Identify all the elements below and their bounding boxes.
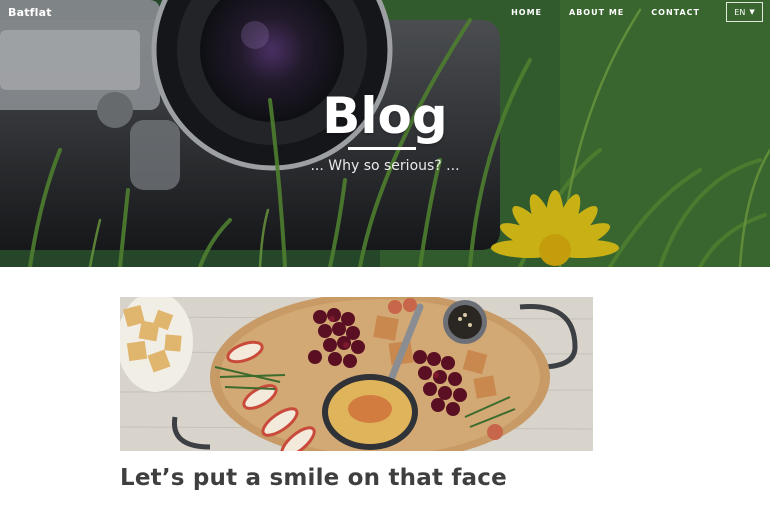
site-brand-logo[interactable]: Batflat xyxy=(8,6,52,19)
blog-content: Let’s put a smile on that face xyxy=(0,267,770,508)
language-selected-label: EN xyxy=(734,7,746,17)
page-subtitle: ... Why so serious? ... xyxy=(310,158,460,174)
nav-item-home[interactable]: HOME xyxy=(511,8,542,17)
caret-down-icon: ▼ xyxy=(749,8,755,16)
page-title: Blog xyxy=(322,87,448,145)
main-nav: HOME ABOUT ME CONTACT EN ▼ xyxy=(511,2,763,22)
nav-item-contact[interactable]: CONTACT xyxy=(651,8,700,17)
language-selector[interactable]: EN ▼ xyxy=(726,2,763,22)
hero-header: Batflat HOME ABOUT ME CONTACT EN ▼ Blog … xyxy=(0,0,770,267)
post-cover-image[interactable] xyxy=(120,297,593,451)
nav-item-about-me[interactable]: ABOUT ME xyxy=(569,8,624,17)
post-title-link[interactable]: Let’s put a smile on that face xyxy=(120,465,507,491)
title-divider xyxy=(348,147,416,150)
